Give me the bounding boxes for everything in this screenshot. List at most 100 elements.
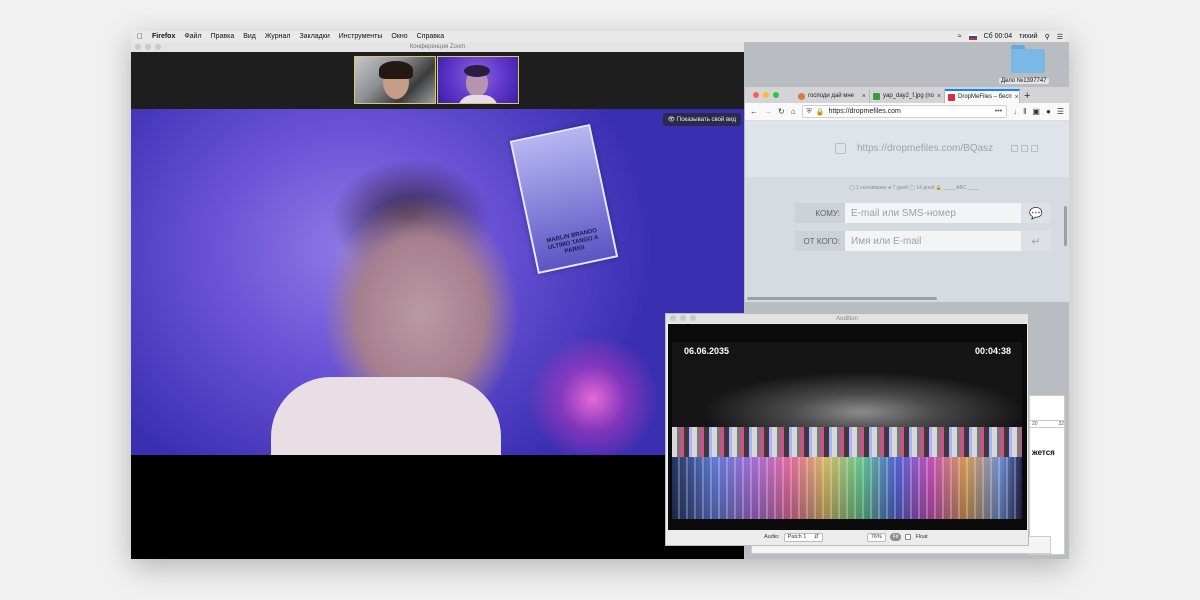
fiber-optic-lamp: [523, 339, 663, 455]
ruler-mark: 22: [1058, 421, 1064, 427]
video-date: 06.06.2035: [684, 346, 730, 356]
audio-select[interactable]: Patch 1 ⇵: [783, 532, 823, 542]
enter-icon[interactable]: ↵: [1021, 231, 1051, 251]
link-options[interactable]: ◯ 1 скачивание ● 7 дней ◯ 14 дней 🔒 ____…: [849, 185, 979, 191]
forward-arrow-icon[interactable]: →: [764, 107, 772, 116]
new-tab-button[interactable]: +: [1024, 89, 1030, 103]
from-label: ОТ КОГО:: [795, 231, 845, 251]
menu-view[interactable]: Вид: [243, 33, 256, 40]
video-glitch-band: [672, 427, 1022, 457]
menu-user[interactable]: тихий: [1019, 33, 1037, 40]
menu-history[interactable]: Журнал: [265, 33, 291, 40]
float-label: Float: [915, 534, 928, 540]
audio-select-value: Patch 1: [787, 534, 807, 540]
tab-favicon: [798, 92, 805, 100]
minimize-window-button[interactable]: [680, 315, 686, 321]
close-tab-icon[interactable]: ×: [937, 93, 941, 100]
audition-titlebar[interactable]: Audition: [666, 314, 1028, 323]
url-text[interactable]: https://dropmefiles.com: [829, 108, 901, 115]
tab-favicon: [948, 93, 955, 101]
participant-hair-2: [464, 65, 490, 77]
share-buttons: [1011, 145, 1038, 152]
firefox-window: господи дай мне × yap_day2_f.jpg (по × D…: [745, 87, 1069, 302]
to-input[interactable]: E-mail или SMS-номер: [845, 203, 1021, 223]
spotlight-search-icon[interactable]: ⚲: [1045, 33, 1050, 41]
close-tab-icon[interactable]: ×: [1015, 94, 1019, 101]
audition-controls: Audio: Patch 1 ⇵ 76% Fit Float: [666, 529, 1028, 545]
home-icon[interactable]: ⌂: [791, 107, 796, 116]
back-arrow-icon[interactable]: ←: [750, 107, 758, 116]
folder-label[interactable]: Дело №1397747: [999, 78, 1049, 84]
url-bar[interactable]: ⛨ 🔒 https://dropmefiles.com •••: [801, 105, 1008, 118]
background-document-window[interactable]: 20 22 жется: [1029, 395, 1066, 555]
close-tab-icon[interactable]: ×: [862, 93, 866, 100]
menu-clock[interactable]: Сб 00:04: [984, 33, 1013, 40]
participant-thumbnail-2[interactable]: [437, 56, 519, 104]
participant-hair-1: [379, 61, 413, 79]
account-icon[interactable]: ●: [1046, 107, 1051, 116]
vertical-scrollbar[interactable]: [1064, 206, 1067, 246]
send-form: ◯ 1 скачивание ● 7 дней ◯ 14 дней 🔒 ____…: [745, 177, 1069, 302]
library-icon[interactable]: ‖: [1023, 107, 1026, 116]
poster-text: MARLIN BRANDO ULTIMO TANGO A PARIGI: [546, 227, 600, 255]
close-window-button[interactable]: [670, 315, 676, 321]
hamburger-menu-icon[interactable]: ☰: [1057, 107, 1064, 116]
social-share-icon[interactable]: [1021, 145, 1028, 152]
sidebar-icon[interactable]: ▣: [1032, 107, 1040, 116]
to-row: КОМУ: E-mail или SMS-номер 💬: [795, 203, 1051, 223]
sms-icon[interactable]: 💬: [1021, 203, 1051, 223]
show-self-view-button[interactable]: 👁 Показывать свой вид: [662, 113, 741, 126]
social-share-icon[interactable]: [1031, 145, 1038, 152]
fit-button[interactable]: Fit: [889, 533, 902, 541]
tab-1[interactable]: господи дай мне ×: [795, 89, 870, 103]
video-preview[interactable]: 06.06.2035 00:04:38: [668, 324, 1027, 530]
downloads-icon[interactable]: ↓: [1013, 107, 1017, 116]
close-window-button[interactable]: [753, 92, 759, 98]
menu-bookmarks[interactable]: Закладки: [299, 33, 329, 40]
shield-icon[interactable]: ⛨: [807, 108, 812, 116]
show-self-view-label: Показывать свой вид: [676, 117, 736, 123]
audition-title: Audition: [836, 315, 858, 322]
window-controls: [135, 44, 161, 50]
page-actions-icon[interactable]: •••: [995, 108, 1002, 115]
social-share-icon[interactable]: [1011, 145, 1018, 152]
zoom-window-button[interactable]: [155, 44, 161, 50]
input-source-flag-icon[interactable]: [968, 33, 977, 40]
zoom-percent-field[interactable]: 76%: [866, 532, 886, 542]
zoom-window: Конференция Zoom MARLIN BRANDO ULTIMO TA…: [131, 42, 744, 559]
minimize-window-button[interactable]: [763, 92, 769, 98]
reload-icon[interactable]: ↻: [778, 107, 785, 116]
horizontal-scrollbar[interactable]: [747, 297, 937, 300]
tab-bar: господи дай мне × yap_day2_f.jpg (по × D…: [745, 87, 1069, 103]
active-speaker-video[interactable]: MARLIN BRANDO ULTIMO TANGO A PARIGI 👁 По…: [131, 109, 744, 455]
video-time: 00:04:38: [974, 346, 1011, 356]
menu-tools[interactable]: Инструменты: [339, 33, 383, 40]
zoom-titlebar[interactable]: Конференция Zoom: [131, 42, 744, 52]
tab-label: господи дай мне: [808, 93, 854, 99]
close-window-button[interactable]: [135, 44, 141, 50]
tab-2[interactable]: yap_day2_f.jpg (по ×: [870, 89, 945, 103]
menu-help[interactable]: Справка: [417, 33, 444, 40]
apple-menu-icon[interactable]: : [137, 32, 143, 41]
menu-app-name[interactable]: Firefox: [152, 33, 175, 40]
menu-window[interactable]: Окно: [391, 33, 407, 40]
share-link[interactable]: https://dropmefiles.com/BQasz: [857, 143, 993, 154]
zoom-window-button[interactable]: [690, 315, 696, 321]
minimize-window-button[interactable]: [145, 44, 151, 50]
zoom-window-button[interactable]: [773, 92, 779, 98]
wall-poster: MARLIN BRANDO ULTIMO TANGO A PARIGI: [509, 123, 619, 275]
menu-file[interactable]: Файл: [184, 33, 201, 40]
tab-label: yap_day2_f.jpg (по: [883, 93, 934, 99]
menu-edit[interactable]: Правка: [211, 33, 235, 40]
folder-body: [1011, 49, 1045, 73]
tab-3-active[interactable]: DropMeFiles – бесп ×: [945, 89, 1020, 103]
lock-icon[interactable]: 🔒: [816, 108, 825, 116]
float-checkbox[interactable]: [905, 534, 912, 540]
control-center-icon[interactable]: ☰: [1057, 33, 1063, 41]
participant-thumbnail-1[interactable]: [354, 56, 436, 104]
zoom-percent-value: 76%: [870, 534, 882, 540]
wifi-icon[interactable]: ≈: [958, 33, 962, 40]
copy-link-icon[interactable]: [835, 143, 846, 154]
from-input[interactable]: Имя или E-mail: [845, 231, 1021, 251]
folder-icon[interactable]: [1011, 45, 1045, 73]
